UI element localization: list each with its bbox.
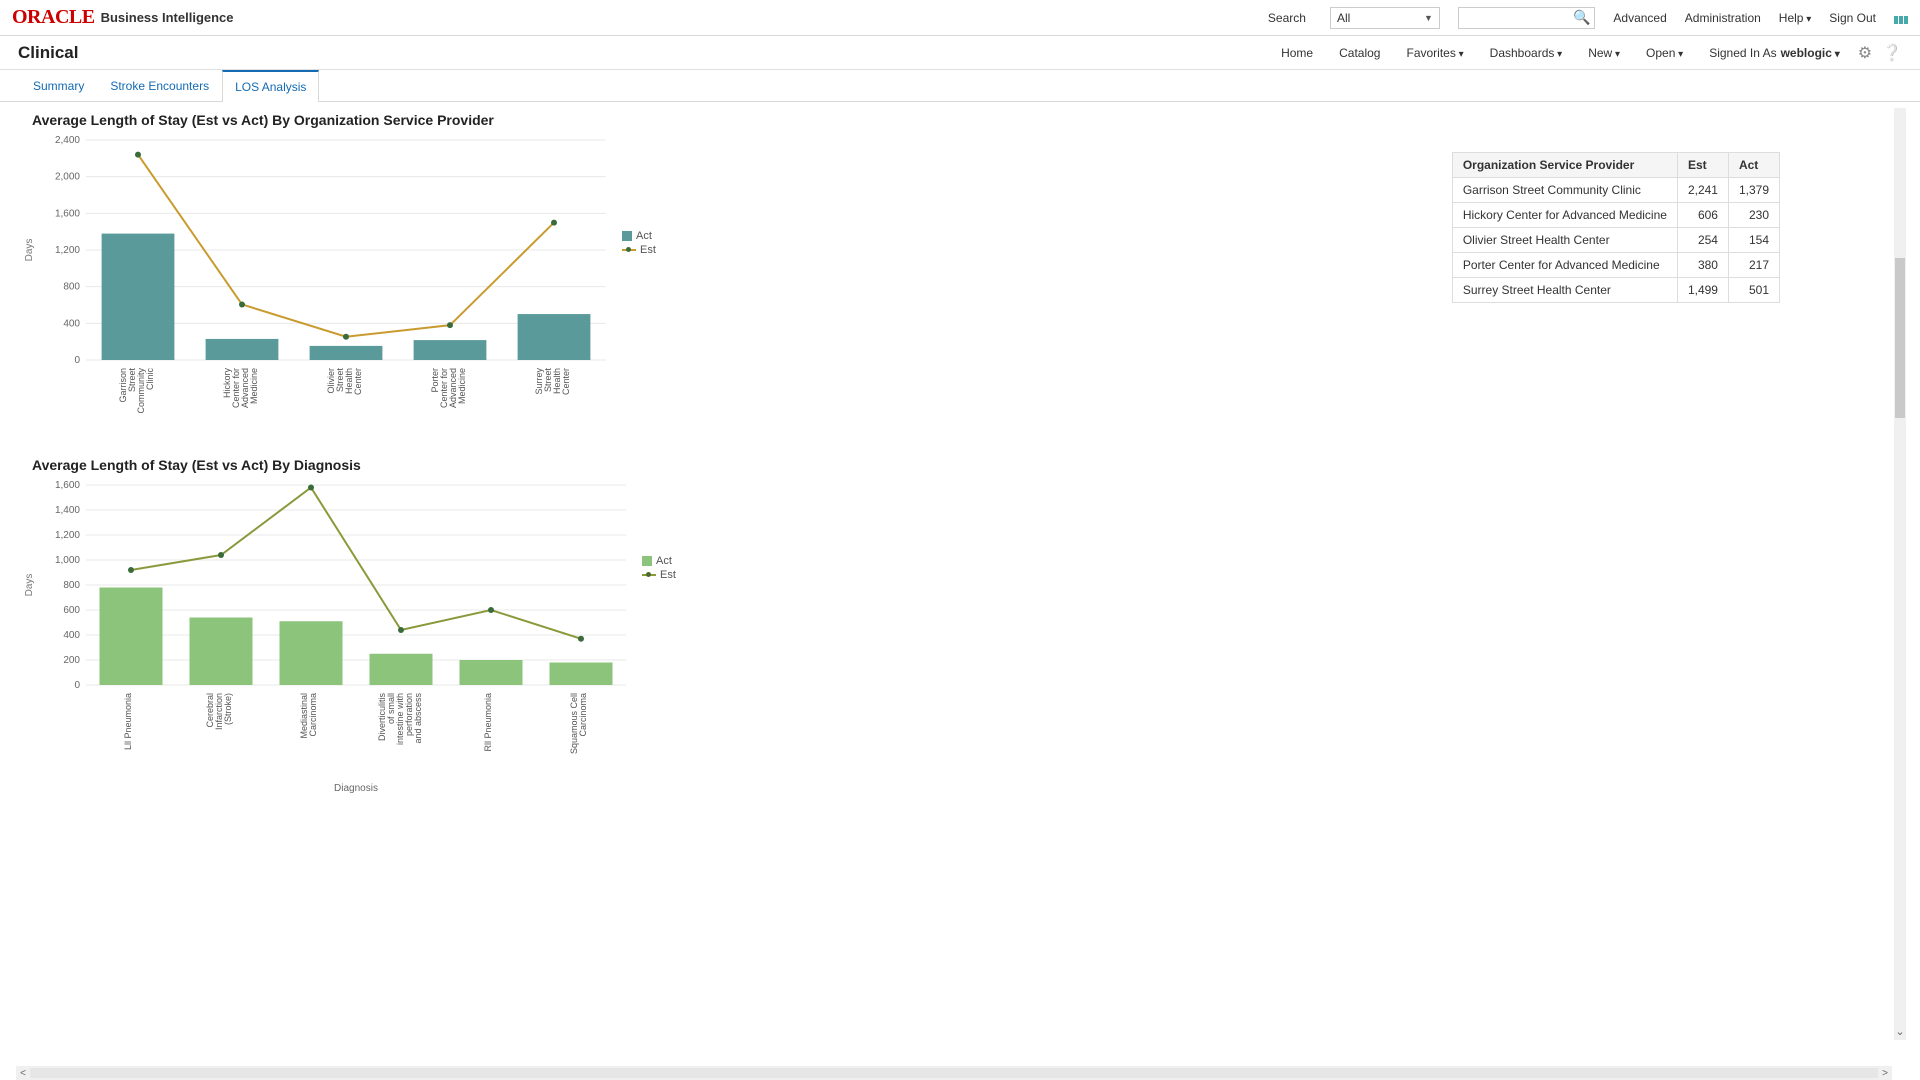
tab-los-analysis[interactable]: LOS Analysis xyxy=(222,70,319,102)
svg-text:Days: Days xyxy=(24,574,35,597)
svg-text:Carcinoma: Carcinoma xyxy=(578,693,588,737)
horizontal-scrollbar[interactable]: < > xyxy=(16,1066,1892,1080)
org-data-table: Organization Service Provider Est Act Ga… xyxy=(1452,152,1780,303)
svg-text:Rll Pneumonia: Rll Pneumonia xyxy=(483,693,493,752)
svg-text:and abscess: and abscess xyxy=(413,693,423,744)
svg-text:Clinic: Clinic xyxy=(145,368,155,391)
svg-text:1,600: 1,600 xyxy=(55,480,80,491)
svg-text:Medicine: Medicine xyxy=(457,368,467,404)
svg-text:1,200: 1,200 xyxy=(55,530,80,541)
table-row[interactable]: Porter Center for Advanced Medicine38021… xyxy=(1452,253,1779,278)
menu-catalog[interactable]: Catalog xyxy=(1339,46,1380,60)
table-row[interactable]: Olivier Street Health Center254154 xyxy=(1452,228,1779,253)
svg-text:1,000: 1,000 xyxy=(55,555,80,566)
th-org[interactable]: Organization Service Provider xyxy=(1452,153,1677,178)
chart2-legend: Act Est xyxy=(642,555,676,798)
global-header: ORACLE Business Intelligence Search All … xyxy=(0,0,1920,36)
svg-text:200: 200 xyxy=(63,655,80,666)
svg-text:400: 400 xyxy=(63,318,80,329)
svg-text:(Stroke): (Stroke) xyxy=(223,693,233,725)
tab-summary[interactable]: Summary xyxy=(20,70,97,101)
dashboard-content: ⌃ Average Length of Stay (Est vs Act) By… xyxy=(0,102,1920,1066)
scroll-right-icon[interactable]: > xyxy=(1878,1068,1892,1079)
administration-link[interactable]: Administration xyxy=(1685,11,1761,25)
table-row[interactable]: Surrey Street Health Center1,499501 xyxy=(1452,278,1779,303)
tabs: Summary Stroke Encounters LOS Analysis xyxy=(0,70,1920,102)
search-icon[interactable]: 🔍 xyxy=(1573,9,1590,26)
svg-text:1,600: 1,600 xyxy=(55,208,80,219)
section2-title: Average Length of Stay (Est vs Act) By D… xyxy=(32,457,1904,473)
main-menu: Home Catalog Favorites Dashboards New Op… xyxy=(1281,46,1840,60)
svg-text:1,400: 1,400 xyxy=(55,505,80,516)
brand-logo: ORACLE xyxy=(12,6,95,29)
help-icon[interactable]: ❔ xyxy=(1882,43,1902,63)
search-input-wrap: 🔍 xyxy=(1458,7,1595,29)
svg-text:Center: Center xyxy=(561,368,571,395)
chart2-area: 0 200 400 600 800 1,000 1,200 1,400 1,600 Days Lll… xyxy=(16,475,1904,798)
table-row[interactable]: Garrison Street Community Clinic2,2411,3… xyxy=(1452,178,1779,203)
svg-text:Diagnosis: Diagnosis xyxy=(334,783,378,794)
menu-favorites[interactable]: Favorites xyxy=(1406,46,1463,60)
svg-text:0: 0 xyxy=(74,355,80,366)
svg-text:Center: Center xyxy=(353,368,363,395)
menu-open[interactable]: Open xyxy=(1646,46,1683,60)
tab-stroke[interactable]: Stroke Encounters xyxy=(97,70,222,101)
svg-text:800: 800 xyxy=(63,580,80,591)
brand-suffix: Business Intelligence xyxy=(101,10,234,25)
chart1-svg: 04008001,2001,6002,0002,400DaysGarrisonS… xyxy=(16,130,616,450)
table-row[interactable]: Hickory Center for Advanced Medicine6062… xyxy=(1452,203,1779,228)
user-menu[interactable]: weblogic xyxy=(1781,46,1840,60)
svg-text:0: 0 xyxy=(74,680,80,691)
topbar-menu: Search All 🔍 Advanced Administration Hel… xyxy=(1268,7,1908,29)
scroll-left-icon[interactable]: < xyxy=(16,1068,30,1079)
svg-text:800: 800 xyxy=(63,282,80,293)
svg-text:Lll Pneumonia: Lll Pneumonia xyxy=(123,693,133,750)
help-menu[interactable]: Help xyxy=(1779,11,1812,25)
chart2-svg: 0 200 400 600 800 1,000 1,200 1,400 1,600 Days Lll… xyxy=(16,475,636,795)
signout-link[interactable]: Sign Out xyxy=(1829,11,1876,25)
search-label: Search xyxy=(1268,11,1306,25)
menu-dashboards[interactable]: Dashboards xyxy=(1490,46,1563,60)
svg-text:1,200: 1,200 xyxy=(55,245,80,256)
app-switcher-icon[interactable] xyxy=(1894,16,1908,20)
chart1-legend: Act Est xyxy=(622,230,656,453)
svg-text:2,400: 2,400 xyxy=(55,135,80,146)
section1-title: Average Length of Stay (Est vs Act) By O… xyxy=(32,112,1904,128)
svg-text:2,000: 2,000 xyxy=(55,172,80,183)
advanced-link[interactable]: Advanced xyxy=(1613,11,1666,25)
svg-text:Days: Days xyxy=(24,239,35,262)
svg-text:600: 600 xyxy=(63,605,80,616)
vertical-scrollbar[interactable]: ⌄ xyxy=(1894,108,1906,1040)
page-title: Clinical xyxy=(18,43,78,63)
signed-in-as: Signed In As weblogic xyxy=(1709,46,1840,60)
search-scope-select[interactable]: All xyxy=(1330,7,1440,29)
scroll-down-icon[interactable]: ⌄ xyxy=(1895,1025,1904,1038)
svg-text:400: 400 xyxy=(63,630,80,641)
search-input[interactable] xyxy=(1463,11,1573,25)
menu-new[interactable]: New xyxy=(1588,46,1620,60)
th-act[interactable]: Act xyxy=(1728,153,1779,178)
menu-home[interactable]: Home xyxy=(1281,46,1313,60)
th-est[interactable]: Est xyxy=(1677,153,1728,178)
svg-text:Medicine: Medicine xyxy=(249,368,259,404)
page-header: Clinical Home Catalog Favorites Dashboar… xyxy=(0,36,1920,70)
svg-text:Carcinoma: Carcinoma xyxy=(308,693,318,737)
gear-icon[interactable]: ⚙ xyxy=(1858,43,1872,63)
